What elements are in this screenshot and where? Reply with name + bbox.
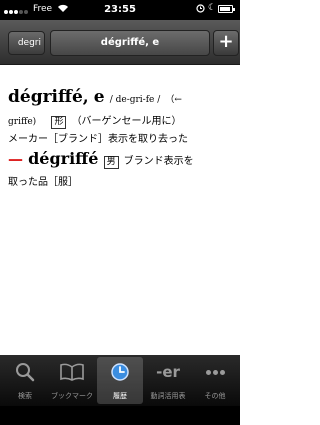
etymology-open: （← <box>165 95 182 105</box>
dictionary-entry: dégriffé, e / de-gri-fe / （← griffe) 形 （… <box>0 65 240 355</box>
magnifier-icon <box>2 357 48 387</box>
tab-bookmarks[interactable]: ブックマーク <box>49 357 95 404</box>
tab-more-label: その他 <box>204 392 226 400</box>
status-bar: Free 23:55 ☾ <box>0 0 240 20</box>
pos-tag-noun: 男 <box>103 156 119 169</box>
tab-more[interactable]: その他 <box>192 357 238 404</box>
etymology-word[interactable]: griffe) <box>8 117 36 127</box>
pronunciation: / de-gri-fe / <box>109 95 161 105</box>
sub-entry: — dégriffé 男 ブランド表示を <box>8 149 194 169</box>
tab-bar: 検索 ブックマーク 履歴 -er 動詞活用表 その他 <box>0 355 240 406</box>
definition-1: メーカー［ブランド］表示を取り去った <box>8 134 188 145</box>
back-button[interactable]: degri <box>8 31 45 55</box>
definition-2b: 取った品［服］ <box>8 177 78 188</box>
do-not-disturb-icon: ☾ <box>208 3 217 13</box>
navigation-bar: degri dégriffé, e + <box>0 20 240 65</box>
tab-search-label: 検索 <box>18 392 32 400</box>
tab-search[interactable]: 検索 <box>2 357 48 404</box>
book-icon <box>49 357 95 387</box>
sub-entry-dash: — <box>8 150 23 168</box>
more-icon <box>192 357 238 387</box>
tab-history-label: 履歴 <box>113 392 127 400</box>
tab-history[interactable]: 履歴 <box>97 357 143 404</box>
clock-icon <box>97 357 143 387</box>
sub-headword: dégriffé <box>28 149 99 168</box>
entry-headline: dégriffé, e / de-gri-fe / （← <box>8 87 182 107</box>
tab-conjugation[interactable]: -er 動詞活用表 <box>145 357 191 404</box>
headword: dégriffé, <box>8 87 89 107</box>
alarm-icon <box>196 4 205 16</box>
bottom-bezel <box>0 406 240 425</box>
headword-suffix: e <box>93 87 105 107</box>
tab-conjugation-label: 動詞活用表 <box>150 392 186 400</box>
entry-title: dégriffé, e <box>50 30 210 56</box>
er-icon-text: -er <box>156 363 180 381</box>
usage-context: （バーゲンセール用に） <box>71 116 182 127</box>
add-bookmark-button[interactable]: + <box>213 30 239 56</box>
pos-tag-adjective: 形 <box>51 116 67 129</box>
entry-line-2: griffe) 形 （バーゲンセール用に） <box>8 109 182 129</box>
er-icon: -er <box>145 357 191 387</box>
battery-icon <box>218 5 235 13</box>
tab-bookmarks-label: ブックマーク <box>51 392 93 400</box>
definition-2a: ブランド表示を <box>123 156 194 167</box>
